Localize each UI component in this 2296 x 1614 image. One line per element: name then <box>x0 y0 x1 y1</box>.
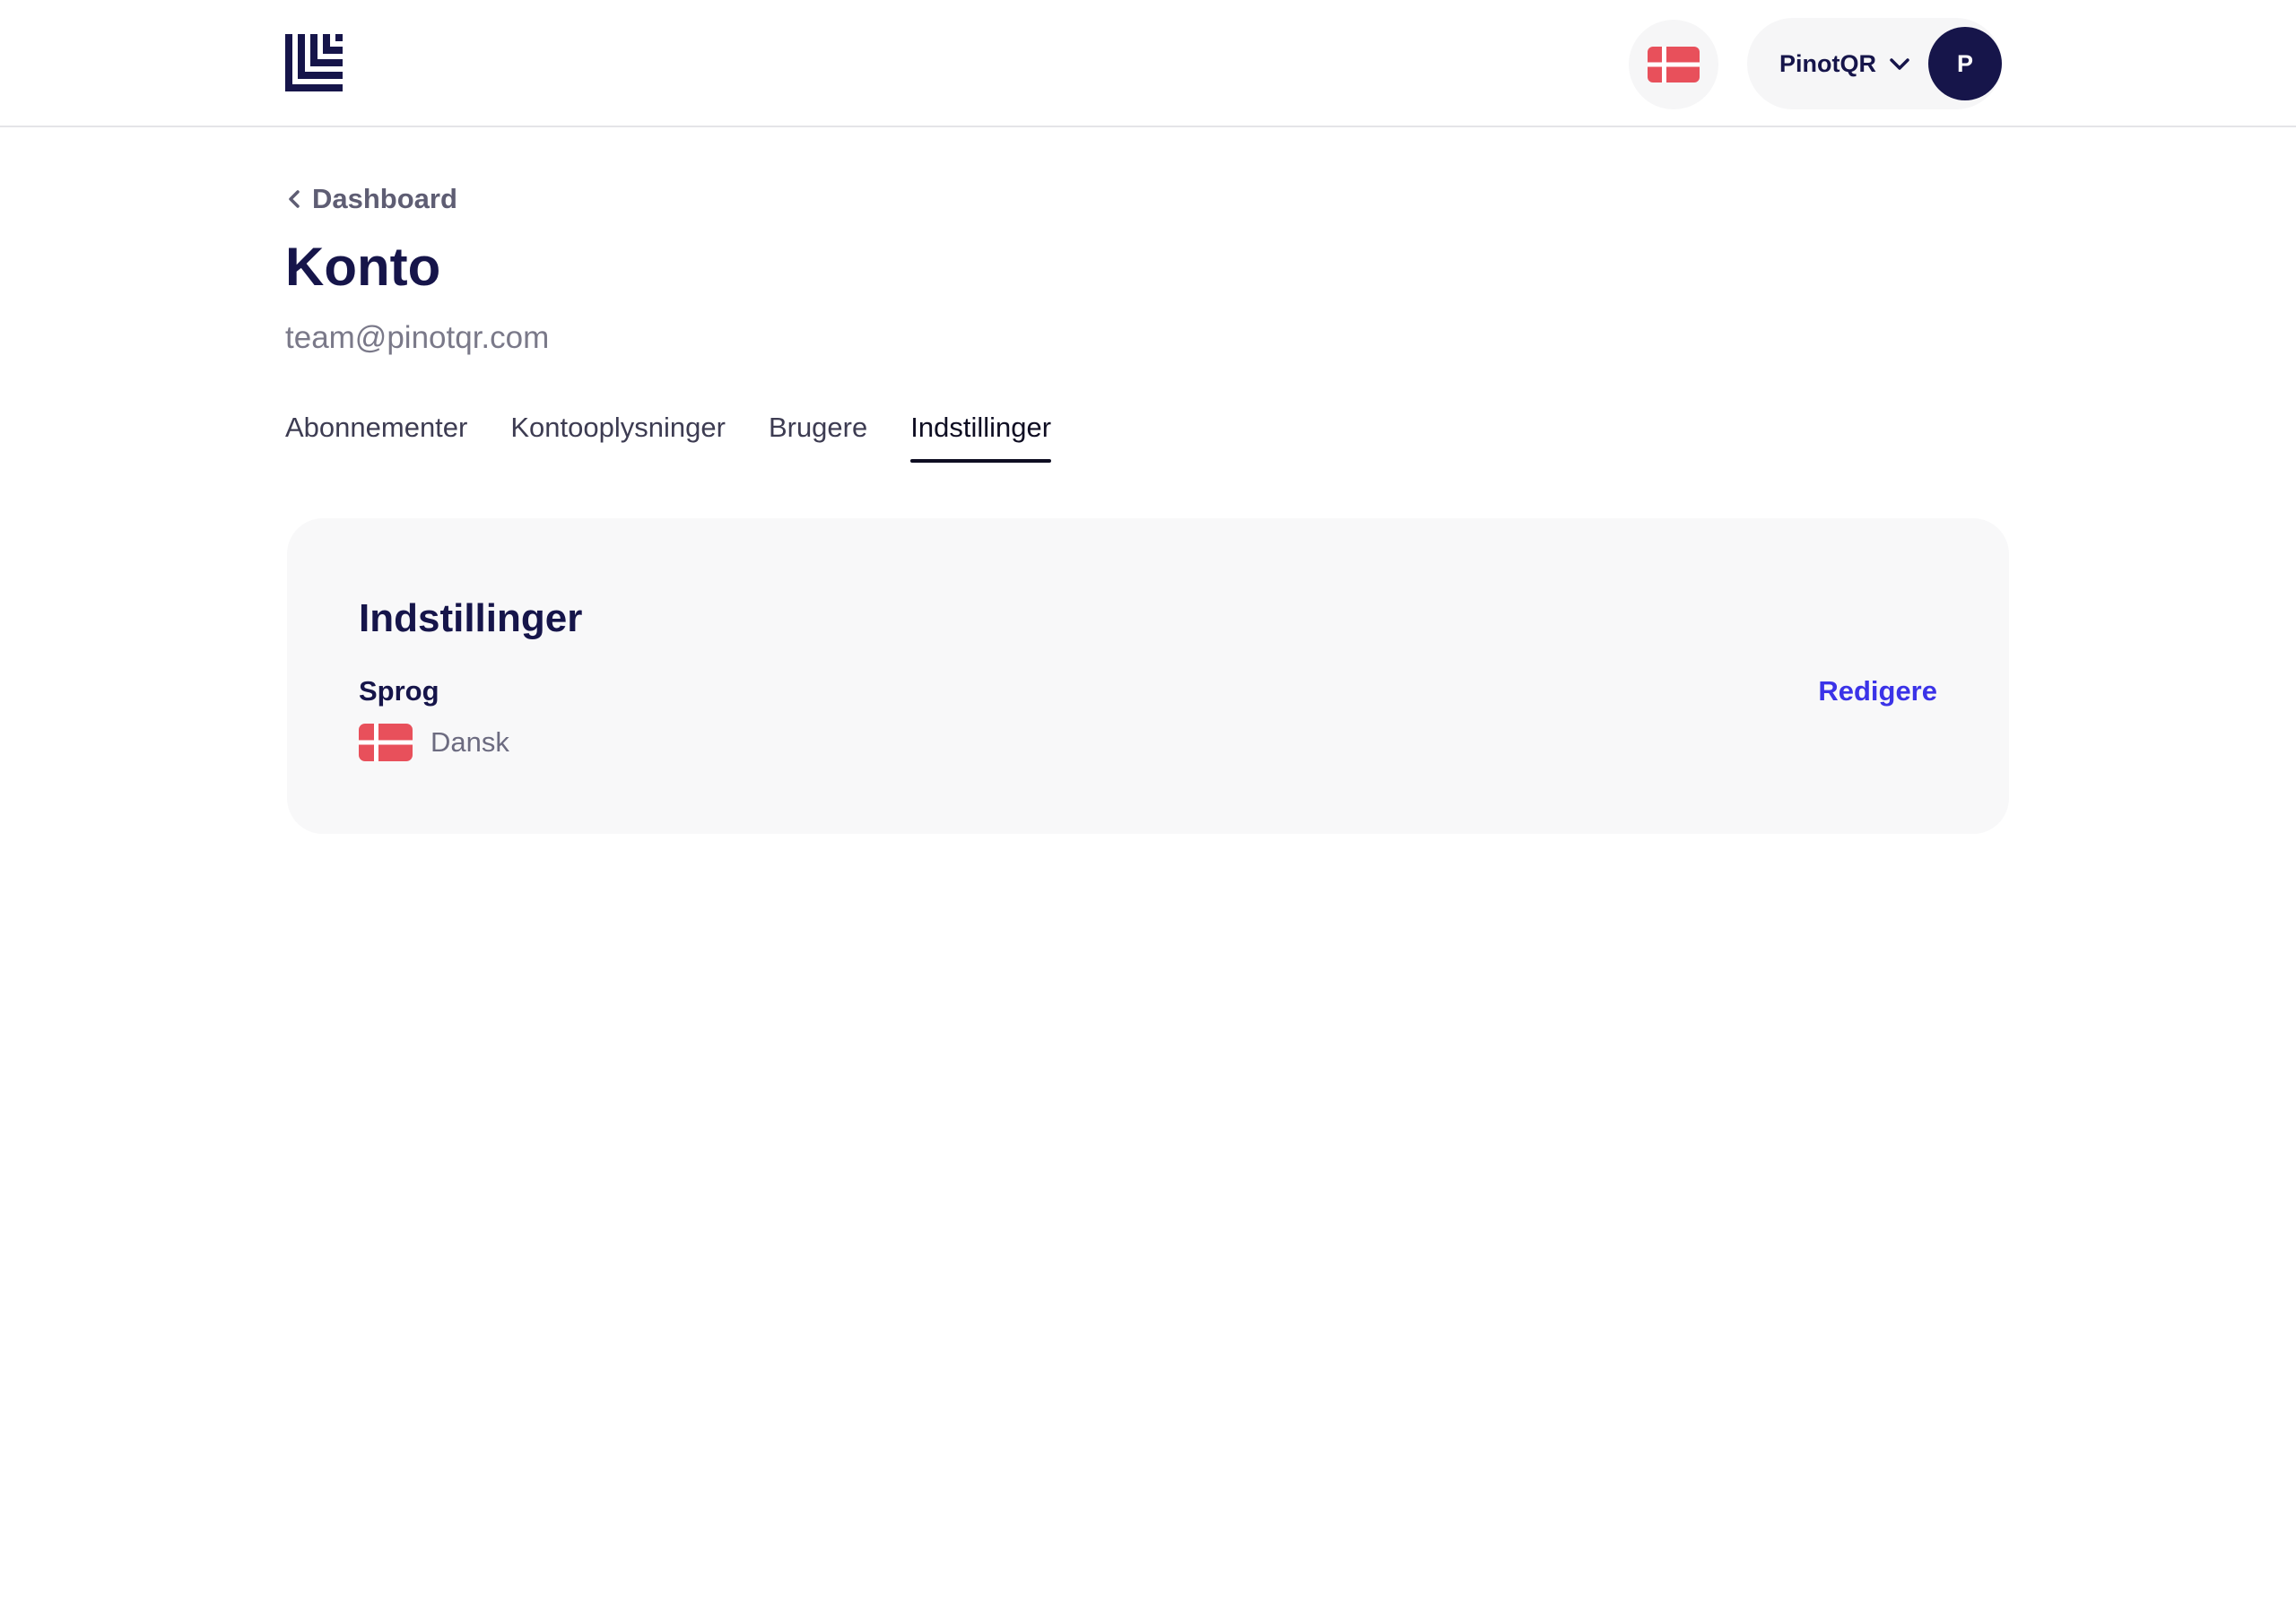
language-value: Dansk <box>359 723 509 762</box>
tab-kontooplysninger[interactable]: Kontooplysninger <box>510 405 726 463</box>
settings-card: Indstillinger Sprog Dansk Redigere <box>287 518 2009 834</box>
denmark-flag-icon <box>359 724 413 761</box>
account-tabs: Abonnementer Kontooplysninger Brugere In… <box>285 405 1051 463</box>
back-link-label: Dashboard <box>312 183 457 214</box>
tab-brugere[interactable]: Brugere <box>769 405 867 463</box>
settings-card-title: Indstillinger <box>359 596 583 640</box>
language-value-text: Dansk <box>430 726 509 758</box>
account-name: PinotQR <box>1779 50 1876 77</box>
avatar: P <box>1928 27 2002 100</box>
language-label: Sprog <box>359 675 439 707</box>
account-email: team@pinotqr.com <box>285 320 550 355</box>
chevron-down-icon <box>1890 58 1909 70</box>
edit-language-link[interactable]: Redigere <box>1818 672 1937 710</box>
language-switcher-button[interactable] <box>1629 20 1718 109</box>
tab-indstillinger[interactable]: Indstillinger <box>910 405 1051 463</box>
chevron-left-icon <box>289 190 300 208</box>
account-menu-button[interactable]: PinotQR P <box>1747 18 2002 109</box>
tab-abonnementer[interactable]: Abonnementer <box>285 405 467 463</box>
denmark-flag-icon <box>1648 47 1700 82</box>
back-to-dashboard-link[interactable]: Dashboard <box>285 181 457 217</box>
top-navigation-bar: PinotQR P <box>0 0 2296 127</box>
brand-logo-icon[interactable] <box>285 34 343 91</box>
page-title: Konto <box>285 237 441 297</box>
